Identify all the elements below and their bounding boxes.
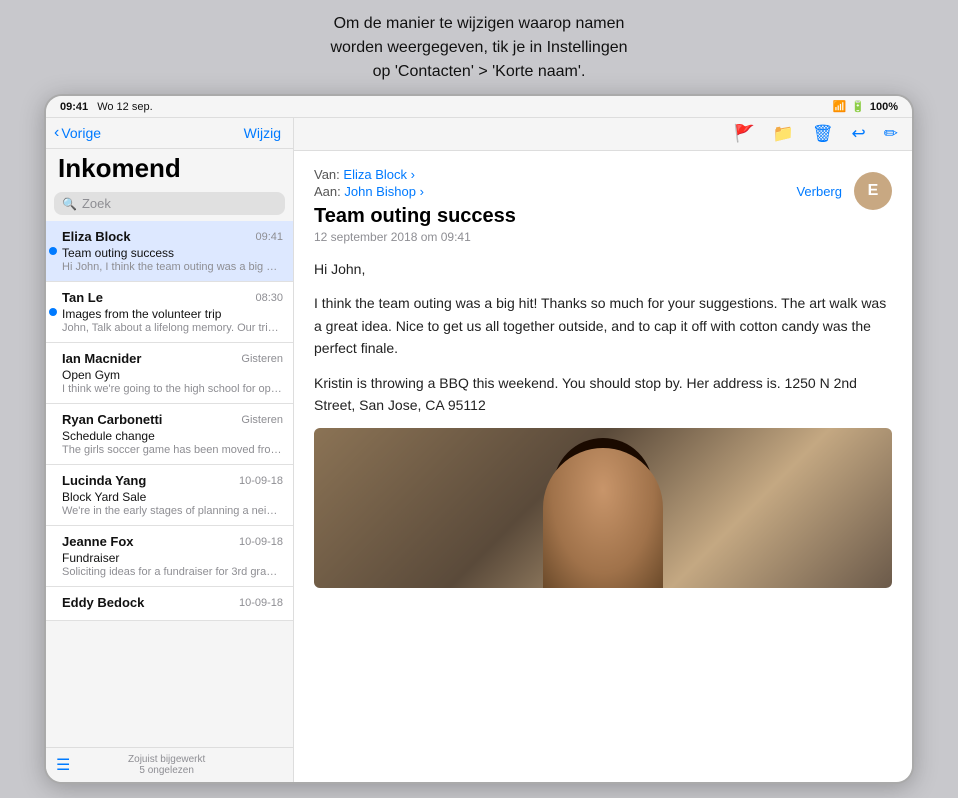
- email-time: 10-09-18: [239, 597, 283, 609]
- email-item-header: Ryan Carbonetti Gisteren: [62, 412, 283, 427]
- sidebar: ‹ Vorige Wijzig Inkomend 🔍 Zoek Eliza Bl…: [46, 118, 294, 782]
- email-item-header: Lucinda Yang 10-09-18: [62, 473, 283, 488]
- email-subject: Open Gym: [62, 368, 283, 382]
- email-list-item[interactable]: Eddy Bedock 10-09-18: [46, 587, 293, 621]
- email-list-item[interactable]: Ian Macnider Gisteren Open GymI think we'r…: [46, 343, 293, 404]
- chevron-left-icon: ‹: [54, 124, 59, 142]
- email-list-item[interactable]: Tan Le 08:30 Images from the volunteer tri…: [46, 282, 293, 343]
- avatar: E: [854, 172, 892, 210]
- footer-update-text: Zojuist bijgewerkt 5 ongelezen: [128, 754, 205, 776]
- email-item-header: Tan Le 08:30: [62, 290, 283, 305]
- email-para1: I think the team outing was a big hit! T…: [314, 292, 892, 359]
- sidebar-footer: ☰ Zojuist bijgewerkt 5 ongelezen: [46, 747, 293, 782]
- search-icon: 🔍: [62, 197, 77, 211]
- ipad-frame: 09:41 Wo 12 sep. 📶 🔋 100% ‹ Vorige Wijzi…: [44, 94, 914, 784]
- email-subject: Schedule change: [62, 429, 283, 443]
- compose-icon[interactable]: ✏: [884, 124, 898, 144]
- flag-icon[interactable]: 🚩: [734, 124, 755, 144]
- unread-dot: [49, 308, 57, 316]
- status-time-day: 09:41 Wo 12 sep.: [60, 101, 153, 113]
- email-sender-name: Ryan Carbonetti: [62, 412, 162, 427]
- email-subject: Images from the volunteer trip: [62, 307, 283, 321]
- email-photo: [314, 428, 892, 588]
- to-link[interactable]: John Bishop ›: [344, 184, 424, 199]
- folder-icon[interactable]: 📁: [773, 124, 794, 144]
- battery-icon: 🔋: [851, 100, 865, 113]
- email-time: 10-09-18: [239, 536, 283, 548]
- email-para2: Kristin is throwing a BBQ this weekend. …: [314, 372, 892, 417]
- search-input[interactable]: Zoek: [82, 196, 111, 211]
- trash-icon[interactable]: 🗑: [812, 124, 834, 144]
- email-subject: Team outing success: [314, 205, 892, 228]
- email-subject: Fundraiser: [62, 551, 283, 565]
- email-sender-name: Eddy Bedock: [62, 595, 144, 610]
- email-time: Gisteren: [241, 353, 283, 365]
- photo-person: [543, 448, 663, 588]
- email-body: Hi John, I think the team outing was a b…: [314, 258, 892, 416]
- edit-button[interactable]: Wijzig: [244, 125, 281, 141]
- back-button[interactable]: ‹ Vorige: [54, 124, 101, 142]
- email-to-row: Aan: John Bishop › Verberg: [314, 184, 892, 199]
- email-item-header: Eddy Bedock 10-09-18: [62, 595, 283, 610]
- email-item-header: Ian Macnider Gisteren: [62, 351, 283, 366]
- email-time: 08:30: [255, 292, 283, 304]
- email-preview: I think we're going to the high school f…: [62, 383, 283, 395]
- email-time: 10-09-18: [239, 475, 283, 487]
- email-sender-name: Ian Macnider: [62, 351, 141, 366]
- email-sender-name: Eliza Block: [62, 229, 131, 244]
- email-subject: Block Yard Sale: [62, 490, 283, 504]
- detail-content: Van: Eliza Block › Aan: John Bishop ›: [294, 151, 912, 782]
- email-greeting: Hi John,: [314, 258, 892, 280]
- email-sender-name: Lucinda Yang: [62, 473, 146, 488]
- main-area: ‹ Vorige Wijzig Inkomend 🔍 Zoek Eliza Bl…: [46, 118, 912, 782]
- email-preview: The girls soccer game has been moved fro…: [62, 444, 283, 456]
- email-item-header: Jeanne Fox 10-09-18: [62, 534, 283, 549]
- mailbox-icon[interactable]: ☰: [56, 755, 70, 775]
- email-from: Van: Eliza Block ›: [314, 167, 892, 182]
- hide-button[interactable]: Verberg: [796, 184, 842, 199]
- status-right: 📶 🔋 100%: [832, 100, 898, 113]
- email-subject: Team outing success: [62, 246, 283, 260]
- email-list: Eliza Block 09:41 Team outing successHi Jo…: [46, 221, 293, 747]
- detail-toolbar: 🚩 📁 🗑 ↩ ✏: [294, 118, 912, 151]
- email-list-item[interactable]: Lucinda Yang 10-09-18 Block Yard SaleWe're…: [46, 465, 293, 526]
- email-list-item[interactable]: Ryan Carbonetti Gisteren Schedule changeTh…: [46, 404, 293, 465]
- email-list-item[interactable]: Eliza Block 09:41 Team outing successHi Jo…: [46, 221, 293, 282]
- email-time: Gisteren: [241, 414, 283, 426]
- email-preview: John, Talk about a lifelong memory. Our …: [62, 322, 283, 334]
- email-preview: We're in the early stages of planning a …: [62, 505, 283, 517]
- unread-dot: [49, 247, 57, 255]
- email-date: 12 september 2018 om 09:41: [314, 230, 892, 244]
- email-sender-name: Tan Le: [62, 290, 103, 305]
- sidebar-header: ‹ Vorige Wijzig: [46, 118, 293, 149]
- sidebar-title: Inkomend: [46, 149, 293, 188]
- reply-icon[interactable]: ↩: [852, 124, 866, 144]
- email-time: 09:41: [255, 231, 283, 243]
- email-to: Aan: John Bishop ›: [314, 184, 424, 199]
- email-sender-name: Jeanne Fox: [62, 534, 134, 549]
- email-list-item[interactable]: Jeanne Fox 10-09-18 FundraiserSoliciting i…: [46, 526, 293, 587]
- annotation-text: Om de manier te wijzigen waarop namen wo…: [330, 12, 627, 84]
- search-bar[interactable]: 🔍 Zoek: [54, 192, 285, 215]
- email-item-header: Eliza Block 09:41: [62, 229, 283, 244]
- email-preview: Hi John, I think the team outing was a b…: [62, 261, 283, 273]
- email-detail: 🚩 📁 🗑 ↩ ✏ E Van: Eliza Block ›: [294, 118, 912, 782]
- from-link[interactable]: Eliza Block ›: [343, 167, 415, 182]
- email-preview: Soliciting ideas for a fundraiser for 3r…: [62, 566, 283, 578]
- status-bar: 09:41 Wo 12 sep. 📶 🔋 100%: [46, 96, 912, 118]
- wifi-icon: 📶: [832, 100, 846, 113]
